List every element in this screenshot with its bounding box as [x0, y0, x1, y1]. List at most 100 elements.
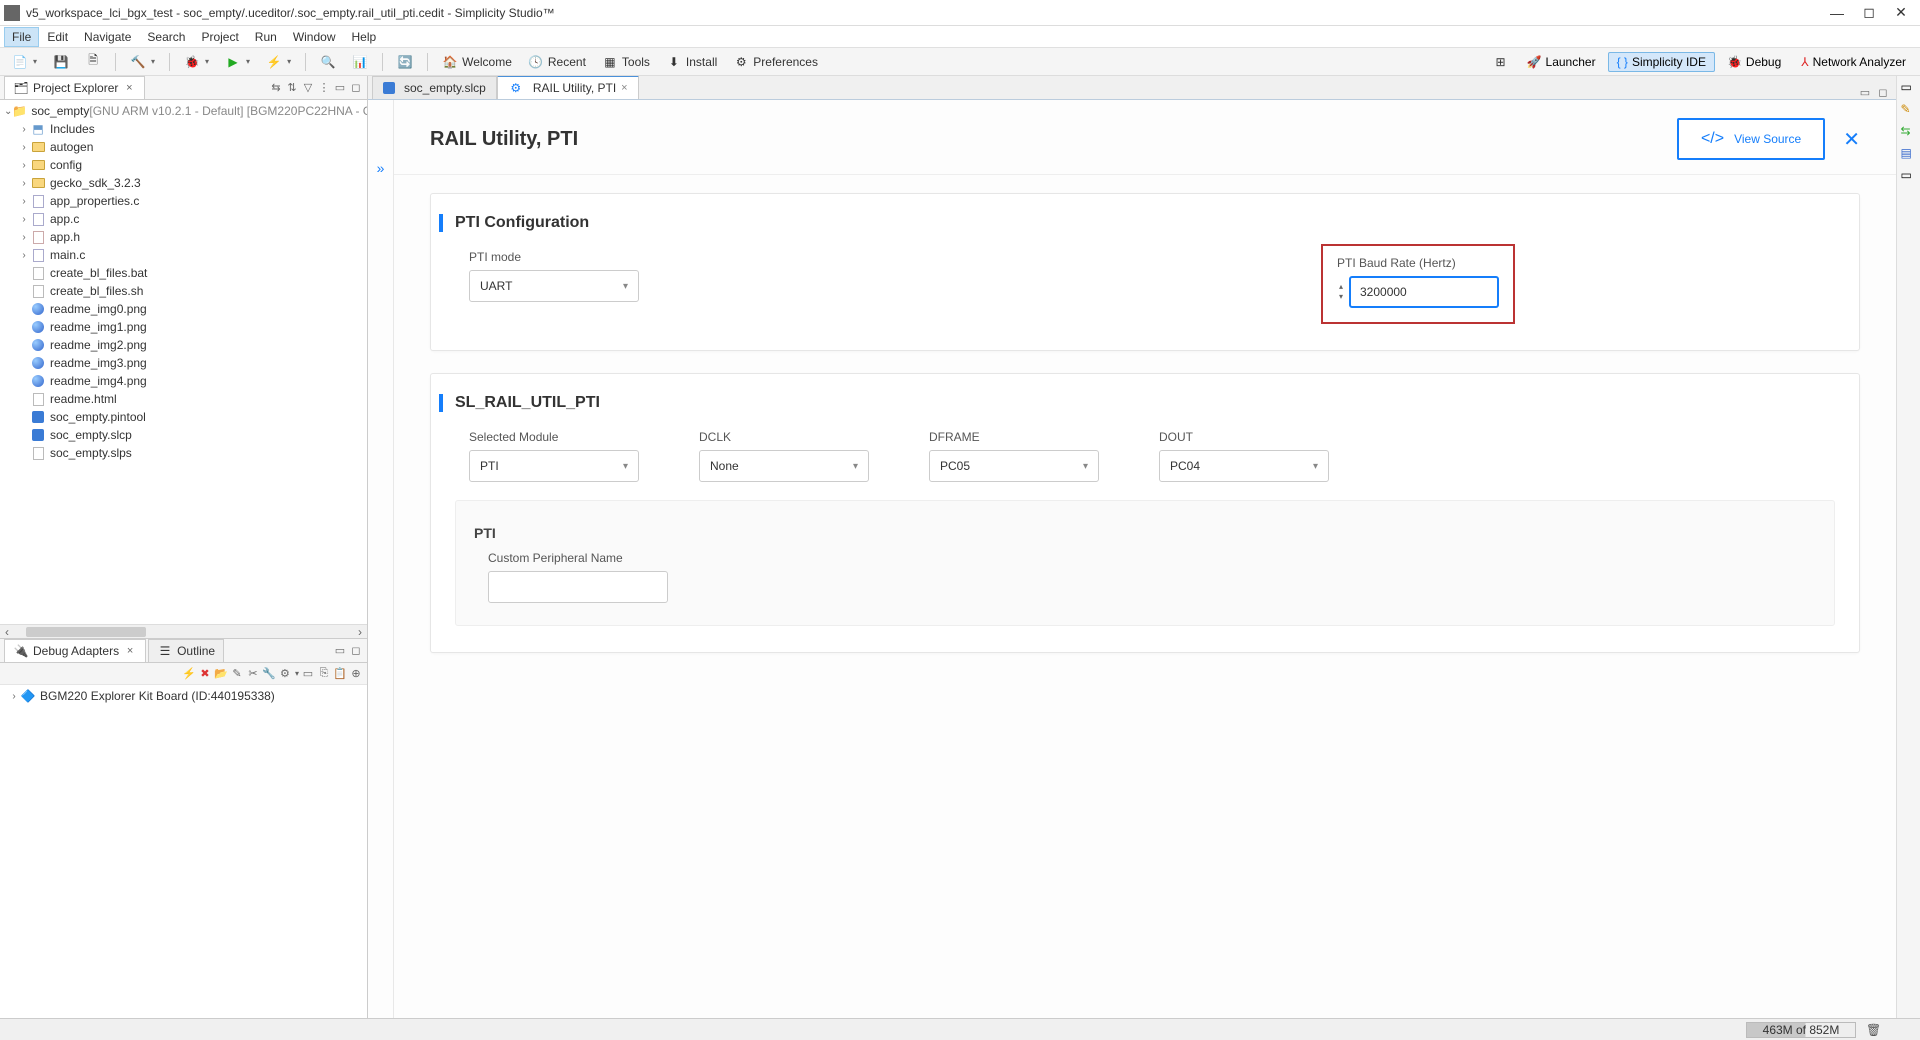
- preferences-button[interactable]: ⚙Preferences: [727, 52, 824, 72]
- expand-arrow-icon[interactable]: ›: [18, 196, 30, 207]
- trim-tool4-icon[interactable]: ▭: [1901, 168, 1917, 184]
- maximize-debug-icon[interactable]: ◻: [349, 644, 363, 658]
- tree-item[interactable]: create_bl_files.bat: [0, 264, 367, 282]
- link-editor-icon[interactable]: ⇅: [285, 81, 299, 95]
- tree-item[interactable]: ›gecko_sdk_3.2.3: [0, 174, 367, 192]
- window-icon[interactable]: ▭: [301, 667, 315, 681]
- wrench-icon[interactable]: 🔧: [262, 667, 276, 681]
- menu-run[interactable]: Run: [247, 27, 285, 47]
- tree-item[interactable]: readme_img1.png: [0, 318, 367, 336]
- save-button[interactable]: 💾: [47, 52, 75, 72]
- expand-arrow-icon[interactable]: ›: [8, 691, 20, 702]
- close-window-button[interactable]: ✕: [1894, 6, 1908, 20]
- selected-module-select[interactable]: PTI ▾: [469, 450, 639, 482]
- menu-search[interactable]: Search: [139, 27, 193, 47]
- add-icon[interactable]: ⊕: [349, 667, 363, 681]
- install-button[interactable]: ⬇Install: [660, 52, 723, 72]
- custom-name-input[interactable]: [488, 571, 668, 603]
- tree-item[interactable]: soc_empty.slcp: [0, 426, 367, 444]
- build-button[interactable]: 🔨▾: [124, 52, 161, 72]
- run-button[interactable]: ▶▾: [219, 52, 256, 72]
- save-all-button[interactable]: 🗎: [79, 52, 107, 72]
- menu-edit[interactable]: Edit: [39, 27, 76, 47]
- perspective-simplicity-ide[interactable]: { }Simplicity IDE: [1608, 52, 1715, 72]
- tree-item[interactable]: ›autogen: [0, 138, 367, 156]
- minimize-editor-icon[interactable]: ▭: [1858, 85, 1872, 99]
- editor-tab-rail-pti[interactable]: ⚙ RAIL Utility, PTI ×: [497, 76, 639, 99]
- tree-item[interactable]: ›⬒Includes: [0, 120, 367, 138]
- tree-item[interactable]: ›app.h: [0, 228, 367, 246]
- pti-baud-input[interactable]: [1349, 276, 1499, 308]
- folder-open-icon[interactable]: 📂: [214, 667, 228, 681]
- stop-icon[interactable]: ✖: [198, 667, 212, 681]
- debug-button[interactable]: 🐞▾: [178, 52, 215, 72]
- collapse-all-icon[interactable]: ⇆: [269, 81, 283, 95]
- trim-tool1-icon[interactable]: ✎: [1901, 102, 1917, 118]
- tree-item[interactable]: readme.html: [0, 390, 367, 408]
- dframe-select[interactable]: PC05 ▾: [929, 450, 1099, 482]
- dclk-select[interactable]: None ▾: [699, 450, 869, 482]
- project-explorer-tree[interactable]: ⌄ 📁 soc_empty [GNU ARM v10.2.1 - Default…: [0, 100, 367, 624]
- tree-item[interactable]: readme_img2.png: [0, 336, 367, 354]
- tree-item[interactable]: readme_img4.png: [0, 372, 367, 390]
- expand-arrow-icon[interactable]: ›: [18, 250, 30, 261]
- expand-arrow-icon[interactable]: ›: [18, 214, 30, 225]
- menu-help[interactable]: Help: [344, 27, 385, 47]
- perspective-launcher[interactable]: 🚀Launcher: [1519, 53, 1604, 71]
- edit-icon[interactable]: ✎: [230, 667, 244, 681]
- tree-item[interactable]: ›config: [0, 156, 367, 174]
- expand-arrow-icon[interactable]: ›: [18, 232, 30, 243]
- tree-item[interactable]: soc_empty.slps: [0, 444, 367, 462]
- tools-button[interactable]: ▦Tools: [596, 52, 656, 72]
- outline-tab[interactable]: ☰ Outline: [148, 639, 224, 662]
- explorer-h-scrollbar[interactable]: ‹›: [0, 624, 367, 638]
- minimize-debug-icon[interactable]: ▭: [333, 644, 347, 658]
- recent-button[interactable]: 🕓Recent: [522, 52, 592, 72]
- cut-icon[interactable]: ✂: [246, 667, 260, 681]
- profile-button[interactable]: ⚡▾: [260, 52, 297, 72]
- expand-arrow-icon[interactable]: ›: [18, 124, 30, 135]
- menu-file[interactable]: File: [4, 27, 39, 47]
- tree-item[interactable]: readme_img0.png: [0, 300, 367, 318]
- perspective-debug[interactable]: 🐞Debug: [1719, 53, 1789, 71]
- memory-usage[interactable]: 463M of 852M: [1746, 1022, 1856, 1038]
- filter-icon[interactable]: ▽: [301, 81, 315, 95]
- menu-window[interactable]: Window: [285, 27, 344, 47]
- baud-decrement-button[interactable]: ▾: [1337, 292, 1345, 302]
- tree-item[interactable]: soc_empty.pintool: [0, 408, 367, 426]
- tree-item[interactable]: ›app.c: [0, 210, 367, 228]
- new-button[interactable]: 📄▾: [6, 52, 43, 72]
- minimize-view-icon[interactable]: ▭: [333, 81, 347, 95]
- expand-arrow-icon[interactable]: ›: [18, 160, 30, 171]
- gear-icon[interactable]: ⚙: [278, 667, 292, 681]
- maximize-editor-icon[interactable]: ◻: [1876, 85, 1890, 99]
- minimize-button[interactable]: —: [1830, 6, 1844, 20]
- baud-increment-button[interactable]: ▴: [1337, 282, 1345, 292]
- expand-arrow-icon[interactable]: ⌄: [4, 106, 12, 117]
- close-page-button[interactable]: ✕: [1843, 127, 1860, 152]
- flash-icon[interactable]: ⚡: [182, 667, 196, 681]
- tree-item[interactable]: create_bl_files.sh: [0, 282, 367, 300]
- close-tab-icon[interactable]: ×: [621, 82, 627, 94]
- debug-adapters-tab[interactable]: 🔌 Debug Adapters ×: [4, 639, 146, 662]
- adapter-row[interactable]: › 🔷 BGM220 Explorer Kit Board (ID:440195…: [4, 687, 363, 705]
- perspective-network-analyzer[interactable]: ⅄Network Analyzer: [1793, 53, 1914, 71]
- maximize-view-icon[interactable]: ◻: [349, 81, 363, 95]
- view-menu-icon[interactable]: ⋮: [317, 81, 331, 95]
- expand-panel-icon[interactable]: »: [377, 160, 385, 176]
- expand-arrow-icon[interactable]: ›: [18, 142, 30, 153]
- open-perspective-button[interactable]: ⊞: [1487, 52, 1515, 72]
- pti-mode-select[interactable]: UART ▾: [469, 270, 639, 302]
- maximize-button[interactable]: ◻: [1862, 6, 1876, 20]
- expand-arrow-icon[interactable]: ›: [18, 178, 30, 189]
- tree-root[interactable]: ⌄ 📁 soc_empty [GNU ARM v10.2.1 - Default…: [0, 102, 367, 120]
- energy-button[interactable]: 📊: [346, 52, 374, 72]
- welcome-button[interactable]: 🏠Welcome: [436, 52, 518, 72]
- tree-item[interactable]: ›main.c: [0, 246, 367, 264]
- paste-icon[interactable]: 📋: [333, 667, 347, 681]
- tree-item[interactable]: ›app_properties.c: [0, 192, 367, 210]
- copy-icon[interactable]: ⎘: [317, 667, 331, 681]
- project-explorer-tab[interactable]: 🗂 Project Explorer ×: [4, 76, 145, 99]
- tree-item[interactable]: readme_img3.png: [0, 354, 367, 372]
- trim-tool2-icon[interactable]: ⇆: [1901, 124, 1917, 140]
